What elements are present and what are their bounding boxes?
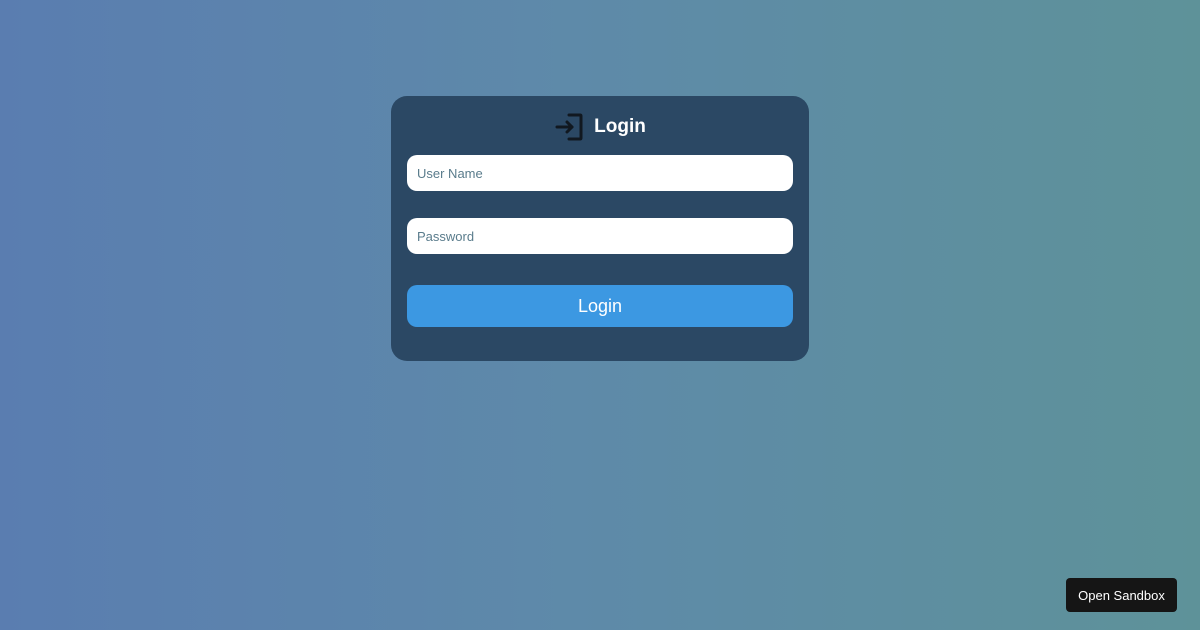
- page-title: Login: [594, 116, 646, 137]
- password-input[interactable]: [407, 218, 793, 254]
- login-header: Login: [391, 111, 809, 143]
- login-icon: [554, 112, 584, 142]
- login-button[interactable]: Login: [407, 285, 793, 327]
- open-sandbox-button[interactable]: Open Sandbox: [1066, 578, 1177, 612]
- username-input[interactable]: [407, 155, 793, 191]
